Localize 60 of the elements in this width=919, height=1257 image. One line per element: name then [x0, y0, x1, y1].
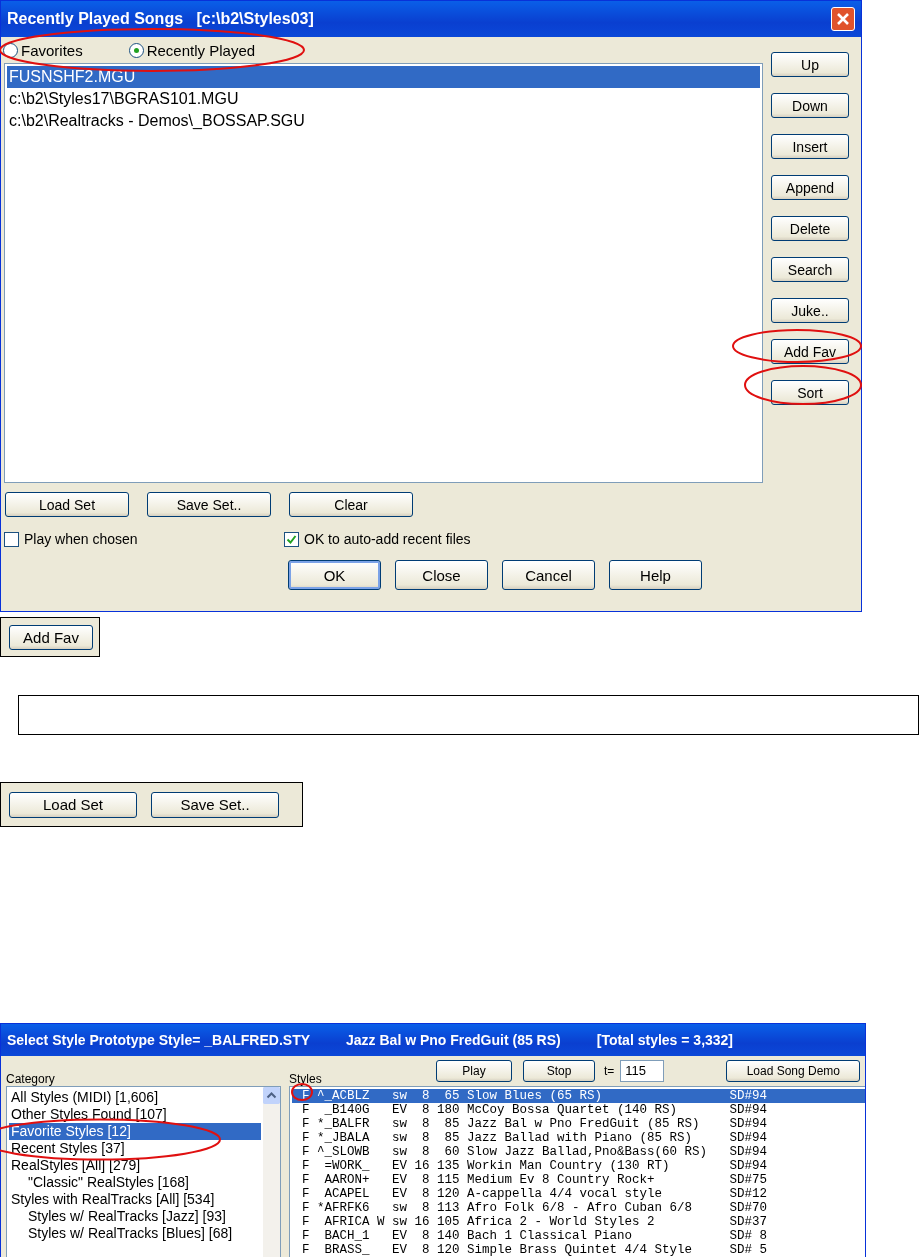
add-fav-button[interactable]: Add Fav — [9, 624, 93, 650]
style-row[interactable]: F ACAPEL EV 8 120 A-cappella 4/4 vocal style SD#12 — [292, 1187, 865, 1201]
set-button[interactable]: Save Set.. — [151, 791, 279, 818]
side-button[interactable]: Juke.. — [771, 298, 849, 323]
stop-button[interactable]: Stop — [523, 1060, 595, 1082]
file-item[interactable]: c:\b2\Realtracks - Demos\_BOSSAP.SGU — [7, 110, 760, 132]
dialog-button[interactable]: Cancel — [502, 560, 595, 590]
side-button[interactable]: Up — [771, 52, 849, 77]
style-row[interactable]: F AARON+ EV 8 115 Medium Ev 8 Country Rock+ SD#75 — [292, 1173, 865, 1187]
checkbox[interactable] — [284, 531, 299, 547]
category-item[interactable]: All Styles (MIDI) [1,606] — [9, 1089, 261, 1106]
style-row[interactable]: F =WORK_ EV 16 135 Workin Man Country (130 RT) SD#94 — [292, 1159, 865, 1173]
checkbox-label: Play when chosen — [24, 531, 138, 547]
style-row[interactable]: F BRASS_ EV 8 120 Simple Brass Quintet 4/4 Style SD# 5 — [292, 1243, 865, 1257]
style-row[interactable]: F AFRICA W sw 16 105 Africa 2 - World Styles 2 SD#37 — [292, 1215, 865, 1229]
side-button[interactable]: Add Fav — [771, 339, 849, 364]
style-name: Jazz Bal w Pno FredGuit (85 RS) — [346, 1032, 561, 1048]
window-title: Select Style Prototype Style= _BALFRED.STY — [7, 1032, 311, 1048]
dialog-button[interactable]: Help — [609, 560, 702, 590]
style-row[interactable]: F ^_ACBLZ sw 8 65 Slow Blues (65 RS) SD#94 — [292, 1089, 865, 1103]
category-item[interactable]: Styles w/ RealTracks [Jazz] [93] — [9, 1208, 261, 1225]
side-button[interactable]: Append — [771, 175, 849, 200]
load-song-demo-button[interactable]: Load Song Demo — [726, 1060, 861, 1082]
style-row[interactable]: F *_BALFR sw 8 85 Jazz Bal w Pno FredGuit (85 RS) SD#94 — [292, 1117, 865, 1131]
dialog-button[interactable]: OK — [288, 560, 381, 590]
category-item[interactable]: Styles with RealTracks [All] [534] — [9, 1191, 261, 1208]
set-button[interactable]: Load Set — [5, 492, 129, 517]
category-item[interactable]: "Classic" RealStyles [168] — [9, 1174, 261, 1191]
tempo-label: t= — [604, 1064, 615, 1078]
file-item[interactable]: FUSNSHF2.MGU — [7, 66, 760, 88]
side-button[interactable]: Sort — [771, 380, 849, 405]
category-label: Category — [6, 1072, 55, 1086]
style-row[interactable]: F BACH_1 EV 8 140 Bach 1 Classical Piano SD# 8 — [292, 1229, 865, 1243]
category-item[interactable]: Favorite Styles [12] — [9, 1123, 261, 1140]
radio-button[interactable]: Recently Played — [128, 41, 256, 59]
set-button[interactable]: Save Set.. — [147, 492, 271, 517]
file-item[interactable]: c:\b2\Styles17\BGRAS101.MGU — [7, 88, 760, 110]
tempo-field[interactable]: 115 — [620, 1060, 665, 1082]
category-item[interactable]: Styles w/ RealTracks [Blues] [68] — [9, 1225, 261, 1242]
dialog-button[interactable]: Close — [395, 560, 488, 590]
play-button[interactable]: Play — [436, 1060, 512, 1082]
style-total: [Total styles = 3,332] — [596, 1032, 734, 1048]
window-title: Recently Played Songs [c:\b2\Styles03] — [7, 10, 314, 28]
style-row[interactable]: F _B140G EV 8 180 McCoy Bossa Quartet (140 RS) SD#94 — [292, 1103, 865, 1117]
side-button[interactable]: Search — [771, 257, 849, 282]
radio-button[interactable]: Favorites — [3, 41, 83, 59]
side-button[interactable]: Down — [771, 93, 849, 118]
side-button[interactable]: Delete — [771, 216, 849, 241]
style-row[interactable]: F ^_SLOWB sw 8 60 Slow Jazz Ballad,Pno&Bass(60 RS) SD#94 — [292, 1145, 865, 1159]
checkbox[interactable] — [4, 531, 19, 547]
category-item[interactable]: Recent Styles [37] — [9, 1140, 261, 1157]
checkbox-label: OK to auto-add recent files — [304, 531, 471, 547]
side-button[interactable]: Insert — [771, 134, 849, 159]
styles-label: Styles — [289, 1071, 323, 1086]
set-button[interactable]: Load Set — [9, 791, 137, 818]
close-icon[interactable] — [831, 7, 855, 31]
style-row[interactable]: F *AFRFK6 sw 8 113 Afro Folk 6/8 - Afro Cuban 6/8 SD#70 — [292, 1201, 865, 1215]
category-item[interactable]: Other Styles Found [107] — [9, 1106, 261, 1123]
style-row[interactable]: F *_JBALA sw 8 85 Jazz Ballad with Piano (85 RS) SD#94 — [292, 1131, 865, 1145]
set-button[interactable]: Clear — [289, 492, 413, 517]
